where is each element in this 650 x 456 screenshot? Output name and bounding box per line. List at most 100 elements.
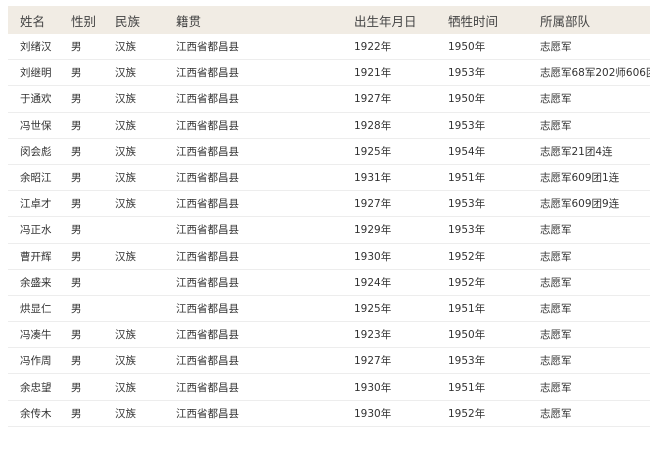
cell-birth-date: 1927年 [354, 355, 392, 368]
cell-unit: 志愿军68军202师606团 [540, 67, 650, 80]
cell-native-place: 江西省都昌县 [176, 329, 239, 342]
cell-birth-date: 1925年 [354, 145, 392, 158]
cell-gender: 男 [71, 67, 82, 80]
cell-name: 冯凑牛 [20, 329, 52, 342]
cell-native-place: 江西省都昌县 [176, 119, 239, 132]
table-row: 余忠望 男 汉族 江西省都昌县 1930年 1951年 志愿军 [8, 374, 650, 401]
cell-native-place: 江西省都昌县 [176, 67, 239, 80]
cell-unit: 志愿军 [540, 276, 572, 289]
cell-gender: 男 [71, 224, 82, 237]
cell-ethnicity [115, 217, 170, 242]
cell-name: 冯正水 [20, 224, 52, 237]
cell-death-date: 1952年 [448, 250, 486, 263]
cell-unit: 志愿军 [540, 355, 572, 368]
header-birth-date: 出生年月日 [354, 13, 417, 29]
table-row: 江卓才 男 汉族 江西省都昌县 1927年 1953年 志愿军609团9连 [8, 191, 650, 218]
cell-death-date: 1953年 [448, 224, 486, 237]
cell-ethnicity: 汉族 [115, 407, 136, 420]
cell-ethnicity: 汉族 [115, 67, 136, 80]
cell-death-date: 1950年 [448, 93, 486, 106]
cell-name: 闵会彪 [20, 145, 52, 158]
cell-ethnicity: 汉族 [115, 119, 136, 132]
cell-native-place: 江西省都昌县 [176, 198, 239, 211]
cell-death-date: 1952年 [448, 407, 486, 420]
cell-native-place: 江西省都昌县 [176, 276, 239, 289]
cell-gender: 男 [71, 198, 82, 211]
cell-birth-date: 1922年 [354, 41, 392, 54]
header-native-place: 籍贯 [176, 13, 202, 29]
cell-birth-date: 1923年 [354, 329, 392, 342]
cell-death-date: 1951年 [448, 302, 486, 315]
cell-ethnicity: 汉族 [115, 381, 136, 394]
cell-unit: 志愿军609团9连 [540, 198, 620, 211]
cell-ethnicity: 汉族 [115, 145, 136, 158]
cell-gender: 男 [71, 172, 82, 185]
cell-death-date: 1950年 [448, 41, 486, 54]
cell-name: 于通欢 [20, 93, 52, 106]
cell-unit: 志愿军 [540, 93, 572, 106]
cell-unit: 志愿军 [540, 41, 572, 54]
cell-unit: 志愿军21团4连 [540, 145, 613, 158]
cell-ethnicity: 汉族 [115, 41, 136, 54]
header-death-date: 牺牲时间 [448, 13, 499, 29]
table-row: 闵会彪 男 汉族 江西省都昌县 1925年 1954年 志愿军21团4连 [8, 139, 650, 165]
cell-name: 曹开辉 [20, 250, 52, 263]
cell-native-place: 江西省都昌县 [176, 93, 239, 106]
cell-death-date: 1954年 [448, 145, 486, 158]
cell-name: 余传木 [20, 407, 52, 420]
cell-birth-date: 1927年 [354, 93, 392, 106]
cell-gender: 男 [71, 302, 82, 315]
cell-birth-date: 1927年 [354, 198, 392, 211]
cell-birth-date: 1930年 [354, 250, 392, 263]
cell-unit: 志愿军 [540, 381, 572, 394]
cell-gender: 男 [71, 276, 82, 289]
cell-death-date: 1953年 [448, 198, 486, 211]
cell-unit: 志愿军 [540, 250, 572, 263]
table-row: 于通欢 男 汉族 江西省都昌县 1927年 1950年 志愿军 [8, 86, 650, 113]
cell-native-place: 江西省都昌县 [176, 407, 239, 420]
cell-death-date: 1953年 [448, 119, 486, 132]
cell-ethnicity [115, 296, 170, 321]
cell-birth-date: 1929年 [354, 224, 392, 237]
cell-ethnicity: 汉族 [115, 355, 136, 368]
cell-death-date: 1951年 [448, 381, 486, 394]
table-row: 刘绪汉 男 汉族 江西省都昌县 1922年 1950年 志愿军 [8, 34, 650, 61]
table-body: 刘绪汉男汉族 江西省都昌县 1922年 1950年 志愿军 刘继明男汉族 江西省都昌县 192… [8, 34, 650, 427]
cell-death-date: 1950年 [448, 329, 486, 342]
cell-name: 余忠望 [20, 381, 52, 394]
header-name: 姓名 [20, 13, 46, 29]
cell-native-place: 江西省都昌县 [176, 381, 239, 394]
table-row: 余昭江 男 汉族 江西省都昌县 1931年 1951年 志愿军609团1连 [8, 165, 650, 192]
table-row: 冯正水 男 江西省都昌县 1929年 1953年 志愿军 [8, 217, 650, 244]
table-row: 冯世保 男 汉族 江西省都昌县 1928年 1953年 志愿军 [8, 113, 650, 139]
cell-gender: 男 [71, 381, 82, 394]
cell-birth-date: 1930年 [354, 381, 392, 394]
cell-birth-date: 1928年 [354, 119, 392, 132]
cell-birth-date: 1931年 [354, 172, 392, 185]
table-row: 余传木 男 汉族 江西省都昌县 1930年 1952年 志愿军 [8, 401, 650, 427]
cell-death-date: 1953年 [448, 67, 486, 80]
table-header: 姓名 性别 民族 籍贯 出生年月日 牺牲时间 所属部队 [8, 6, 650, 34]
cell-ethnicity: 汉族 [115, 250, 136, 263]
header-ethnicity: 民族 [115, 13, 141, 29]
cell-death-date: 1952年 [448, 276, 486, 289]
cell-death-date: 1953年 [448, 355, 486, 368]
cell-ethnicity [115, 270, 170, 295]
cell-unit: 志愿军 [540, 119, 572, 132]
header-gender: 性别 [71, 13, 97, 29]
cell-native-place: 江西省都昌县 [176, 145, 239, 158]
cell-name: 刘继明 [20, 67, 52, 80]
cell-birth-date: 1930年 [354, 407, 392, 420]
table-row: 余盛来 男 江西省都昌县 1924年 1952年 志愿军 [8, 270, 650, 296]
cell-native-place: 江西省都昌县 [176, 224, 239, 237]
martyrs-table: 姓名 性别 民族 籍贯 出生年月日 牺牲时间 所属部队 刘绪汉男汉族 江西省都昌县… [8, 6, 650, 427]
cell-ethnicity: 汉族 [115, 172, 136, 185]
cell-gender: 男 [71, 145, 82, 158]
cell-name: 冯世保 [20, 119, 52, 132]
cell-gender: 男 [71, 250, 82, 263]
table-row: 冯凑牛 男 汉族 江西省都昌县 1923年 1950年 志愿军 [8, 322, 650, 349]
cell-native-place: 江西省都昌县 [176, 302, 239, 315]
cell-gender: 男 [71, 355, 82, 368]
cell-birth-date: 1925年 [354, 302, 392, 315]
cell-death-date: 1951年 [448, 172, 486, 185]
